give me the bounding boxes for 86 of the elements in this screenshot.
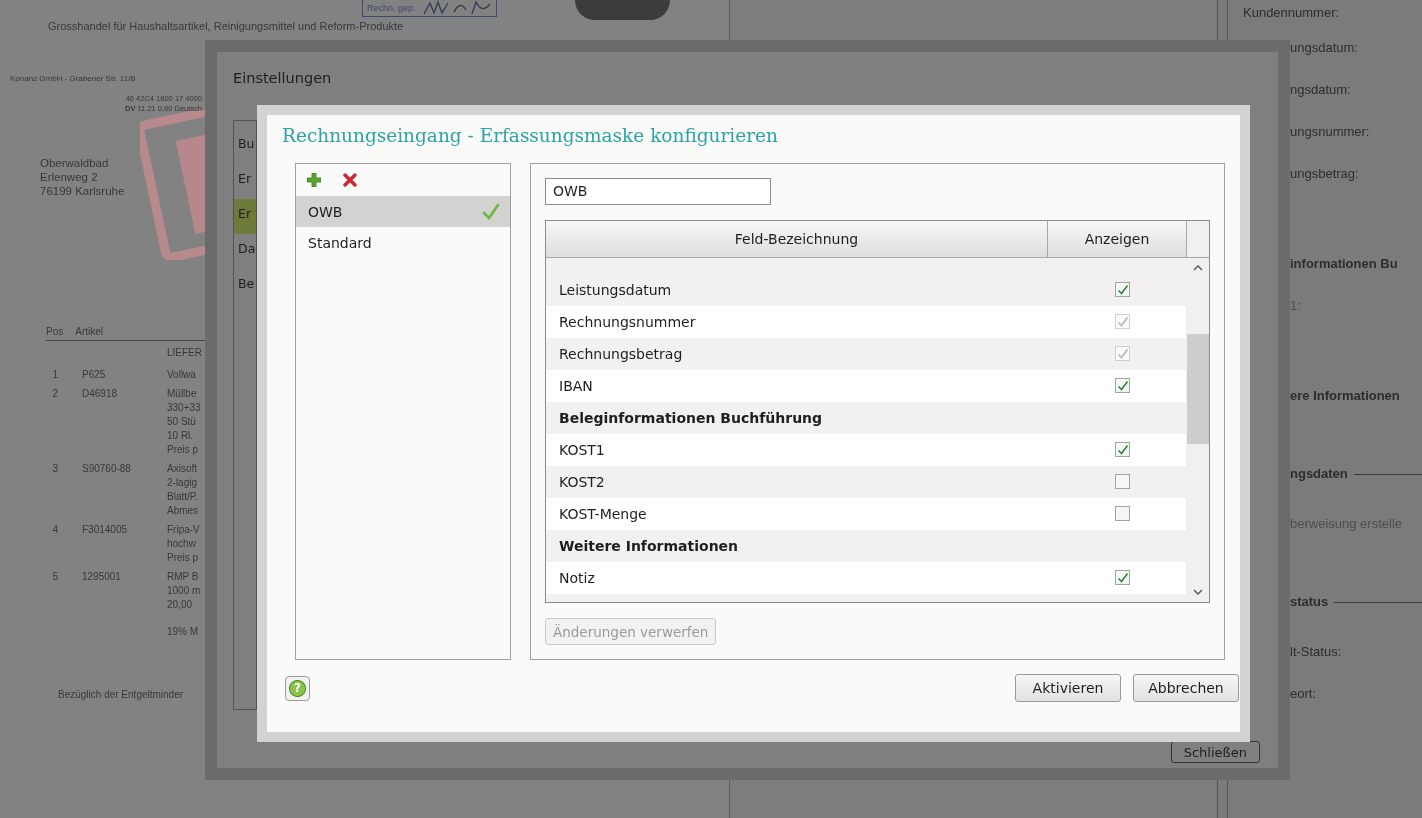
position-number: 3 [51,462,58,476]
description-line: Abmes [167,504,199,518]
show-checkbox[interactable] [1115,506,1130,522]
article-number: 1295001 [82,570,122,584]
form-label: ngsdatum: [1290,82,1351,97]
form-label: lt-Status: [1290,644,1342,659]
name-input-field[interactable]: OWB [545,178,771,205]
show-checkbox[interactable] [1115,570,1130,586]
section-heading: Weitere Informationen [558,537,739,554]
description-line: 20,00 [167,598,193,612]
article-number: D46918 [82,387,119,401]
description-line: 1000 m [167,584,201,598]
position-number: 4 [51,523,58,537]
sidebar-item[interactable]: Da [234,234,256,269]
scrollbar-thumb[interactable] [1186,333,1209,444]
show-checkbox[interactable] [1115,474,1130,490]
column-heading: Pos [46,326,64,337]
close-button[interactable]: Schließen [1170,741,1260,763]
description-line: hochw [167,537,196,551]
field-name: Notiz [558,569,596,586]
footer-text: Bezüglich der Entgeltminder [58,689,184,700]
description-line: Preis p [167,551,199,565]
field-name: Rechnungsnummer [558,313,697,330]
field-name: KOST2 [558,473,606,490]
article-number: S90760-88 [82,462,132,476]
column-header[interactable]: Anzeigen [1048,220,1187,257]
form-label: ungsbetrag: [1290,166,1359,181]
show-checkbox[interactable] [1115,282,1130,298]
window-title: Einstellungen [233,69,333,88]
description-line: 50 Stü [167,415,196,429]
cancel-button[interactable]: Abbrechen [1133,674,1239,702]
description-line: Preis p [167,443,199,457]
field-name: IBAN [558,377,594,394]
recipient-line: Oberwaldbad [40,156,109,170]
article-number: P625 [82,368,107,382]
description-line: Blatt/P. [167,490,198,504]
sidebar-item[interactable]: Er [234,199,256,234]
configuration-item[interactable]: OWB [296,196,510,227]
position-number: 1 [51,368,58,382]
form-label: eort: [1290,686,1316,701]
configuration-item[interactable]: Standard [296,227,510,258]
column-header[interactable]: Feld-Bezeichnung [546,220,1048,257]
sidebar-item[interactable]: Er [234,164,256,199]
sidebar-item[interactable]: Be [234,269,256,304]
description-line: 330+33 [167,401,201,415]
stamp-text: Rechn. gep. [367,3,416,13]
show-checkbox[interactable] [1115,442,1130,458]
description-line: 10 Rl. [167,429,194,443]
description-line: Vollwa [167,368,196,382]
description-line: RMP B [167,570,199,584]
description-line: Müllbe [167,387,197,401]
recipient-line: 76199 Karlsruhe [40,184,125,198]
show-checkbox[interactable] [1115,378,1130,394]
activate-button[interactable]: Aktivieren [1015,674,1121,702]
header-filler [1187,220,1209,257]
article-number: F3014005 [82,523,129,537]
form-label: ere Informationen [1290,388,1400,403]
vertical-scrollbar[interactable] [1186,257,1209,603]
add-icon[interactable] [307,173,321,187]
description-line: 2-lagig [167,476,198,490]
description-line: Axisoft [167,462,197,476]
scroll-down-icon[interactable] [1191,588,1204,597]
form-label: informationen Bu [1290,256,1398,271]
letterhead-text: Grosshandel für Haushaltsartikel, Reinigungsmittel und Reform-Produkte [48,20,404,32]
delete-icon[interactable] [343,173,357,187]
position-number: 5 [51,570,58,584]
vat-line: 19% M [167,626,199,637]
dialog-title: Rechnungseingang - Erfassungsmaske konfigurieren [282,125,779,147]
column-heading: Artikel [75,326,104,337]
form-label: ungsdatum: [1290,40,1358,55]
field-name: Leistungsdatum [558,281,673,298]
form-label: Kundennummer: [1243,5,1341,20]
field-name: Rechnungsbetrag [558,345,684,362]
delivery-heading: LIEFER [167,347,202,358]
position-number: 2 [51,387,58,401]
recipient-line: Erlenweg 2 [40,170,98,184]
section-heading: Beleginformationen Buchführung [558,409,823,426]
scroll-up-icon[interactable] [1191,263,1204,272]
field-name: KOST-Menge [558,505,648,522]
signature-drawing [421,0,492,16]
field-name: KOST1 [558,441,606,458]
sidebar-item[interactable]: Bu [234,129,256,164]
description-line: Fripa-V [167,523,200,537]
form-label: ngsdaten [1290,466,1348,481]
form-label: status [1290,594,1329,609]
form-label: ungsnummer: [1290,124,1370,139]
